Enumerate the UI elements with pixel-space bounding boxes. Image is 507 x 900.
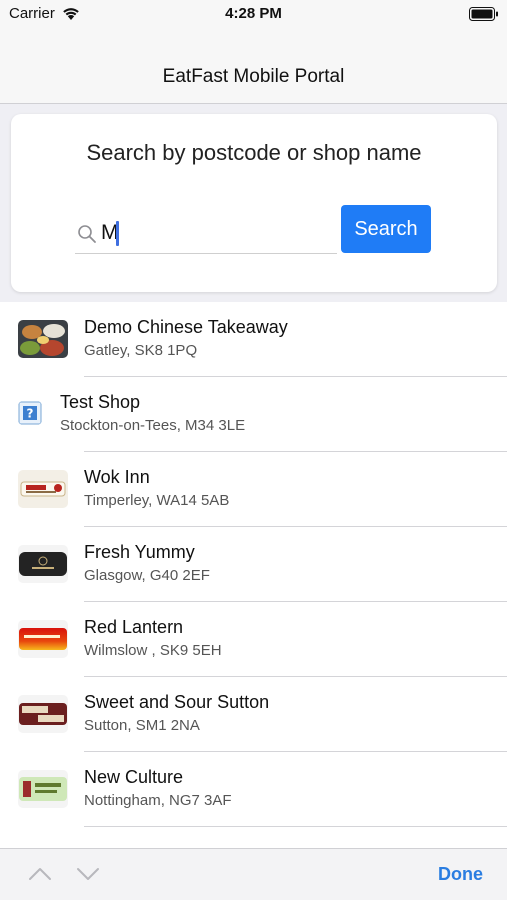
shop-address: Stockton-on-Tees, M34 3LE bbox=[60, 417, 246, 434]
chevron-up-icon[interactable] bbox=[27, 863, 53, 885]
fresh-yummy-logo-icon bbox=[18, 545, 68, 583]
shop-row[interactable]: Demo Chinese Takeaway Gatley, SK8 1PQ bbox=[0, 302, 507, 377]
shop-name: Sweet and Sour Sutton bbox=[84, 692, 270, 712]
shop-row[interactable]: Wok Inn Timperley, WA14 5AB bbox=[0, 452, 507, 527]
search-icon bbox=[78, 225, 96, 243]
text-caret bbox=[116, 221, 119, 246]
search-input[interactable]: M bbox=[75, 212, 337, 254]
shop-address: Gatley, SK8 1PQ bbox=[84, 342, 198, 359]
shop-row[interactable]: ? Test Shop Stockton-on-Tees, M34 3LE bbox=[0, 377, 507, 452]
shop-row[interactable]: Fresh Yummy Glasgow, G40 2EF bbox=[0, 527, 507, 602]
wok-inn-logo-icon bbox=[18, 470, 68, 508]
search-card: Search by postcode or shop name M Search bbox=[11, 114, 497, 292]
shop-address: Wilmslow , SK9 5EH bbox=[84, 642, 222, 659]
battery-icon bbox=[469, 7, 498, 21]
search-button[interactable]: Search bbox=[341, 205, 431, 253]
shop-row[interactable]: Sweet and Sour Sutton Sutton, SM1 2NA bbox=[0, 677, 507, 752]
new-culture-logo-icon bbox=[18, 770, 68, 808]
search-heading: Search by postcode or shop name bbox=[86, 140, 422, 165]
shop-name: Red Lantern bbox=[84, 617, 184, 637]
shop-address: Timperley, WA14 5AB bbox=[84, 492, 230, 509]
shop-address: Nottingham, NG7 3AF bbox=[84, 792, 232, 809]
chevron-down-icon[interactable] bbox=[75, 863, 101, 885]
placeholder-question-icon: ? bbox=[18, 401, 42, 425]
shop-row[interactable]: Red Lantern Wilmslow , SK9 5EH bbox=[0, 602, 507, 677]
page-title: EatFast Mobile Portal bbox=[162, 66, 345, 87]
shop-name: Demo Chinese Takeaway bbox=[84, 317, 288, 337]
status-bar: Carrier 4:28 PM bbox=[0, 0, 507, 28]
sweet-sour-logo-icon bbox=[18, 695, 68, 733]
shop-address: Sutton, SM1 2NA bbox=[84, 717, 200, 734]
status-time: 4:28 PM bbox=[225, 5, 282, 22]
keyboard-toolbar: Done bbox=[0, 848, 507, 900]
shop-list: Demo Chinese Takeaway Gatley, SK8 1PQ ? … bbox=[0, 302, 507, 848]
row-divider bbox=[84, 826, 507, 827]
shop-name: Fresh Yummy bbox=[84, 542, 195, 562]
done-button[interactable]: Done bbox=[438, 864, 483, 885]
svg-text:?: ? bbox=[27, 407, 34, 421]
shop-name: New Culture bbox=[84, 767, 184, 787]
shop-row[interactable]: New Culture Nottingham, NG7 3AF bbox=[0, 752, 507, 827]
red-lantern-logo-icon bbox=[18, 620, 68, 658]
shop-name: Test Shop bbox=[60, 392, 141, 412]
shop-name: Wok Inn bbox=[84, 467, 150, 487]
shop-address: Glasgow, G40 2EF bbox=[84, 567, 210, 584]
food-photo-icon bbox=[18, 320, 68, 358]
nav-bar: EatFast Mobile Portal bbox=[0, 28, 507, 104]
